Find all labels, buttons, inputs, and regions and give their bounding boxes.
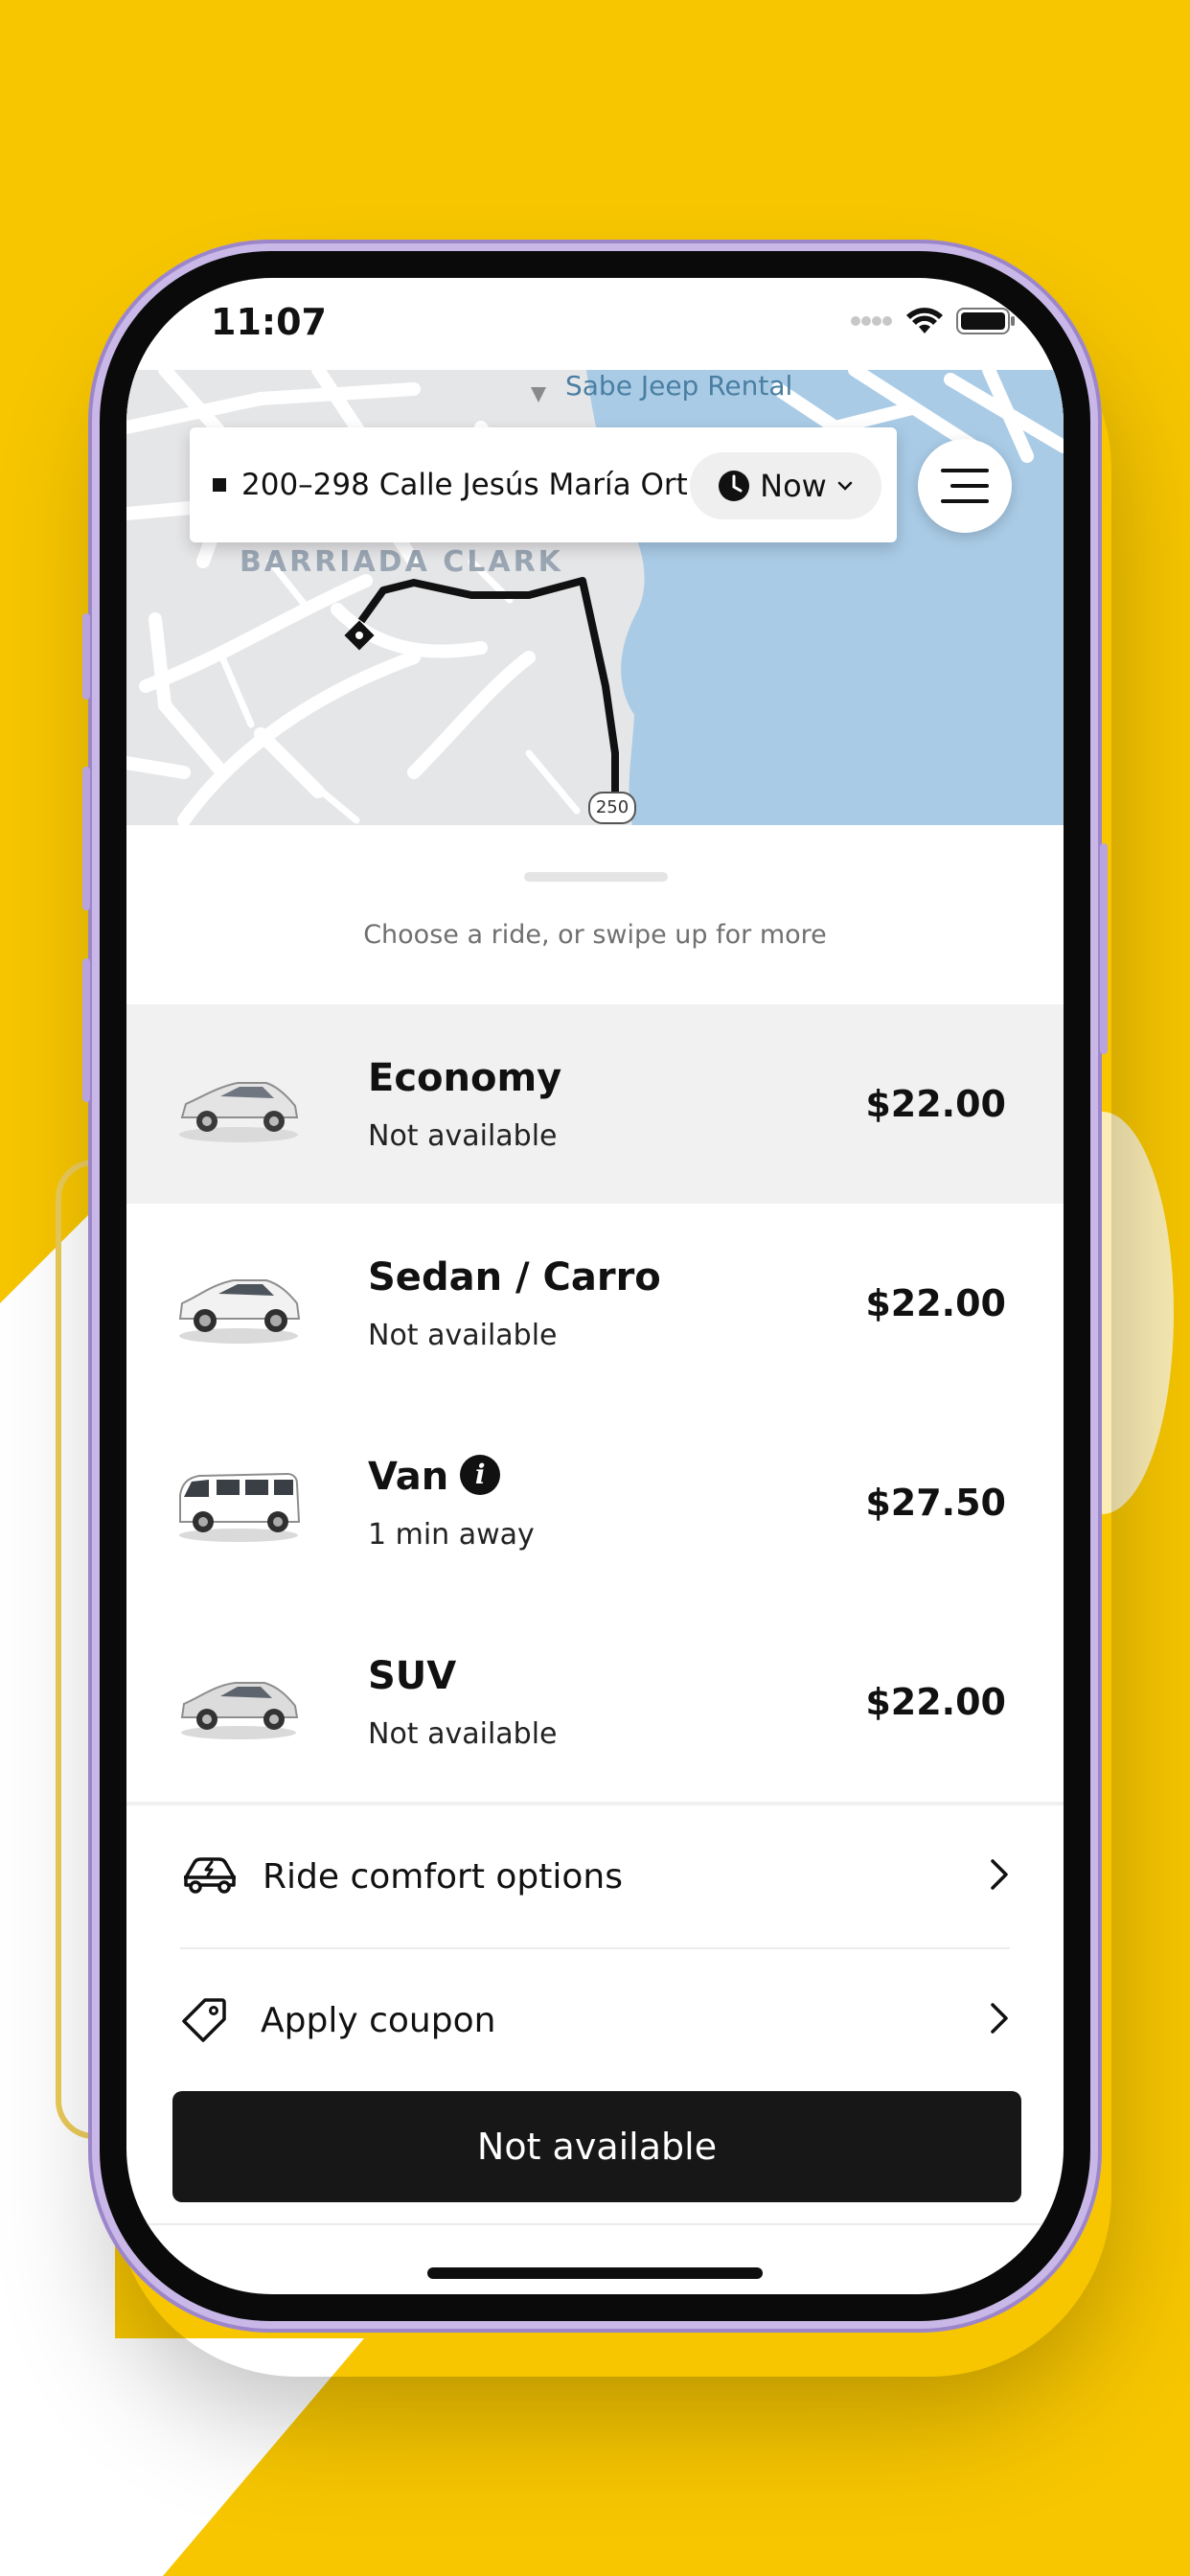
schedule-time-button[interactable]: Now bbox=[690, 452, 881, 519]
schedule-time-label: Now bbox=[760, 468, 827, 504]
chevron-right-icon bbox=[991, 2003, 1008, 2034]
electric-car-icon bbox=[184, 1857, 236, 1894]
sheet-drag-handle[interactable] bbox=[524, 872, 668, 882]
ride-comfort-options-label: Ride comfort options bbox=[263, 1856, 623, 1897]
ride-availability: Not available bbox=[368, 1319, 558, 1352]
phone-power-button bbox=[1100, 843, 1108, 1054]
phone-volume-down-button bbox=[82, 958, 90, 1102]
ride-availability: Not available bbox=[368, 1119, 558, 1153]
ride-name-group: Van i bbox=[368, 1455, 501, 1499]
info-icon[interactable]: i bbox=[460, 1455, 501, 1495]
chevron-right-icon bbox=[991, 1859, 1008, 1890]
home-indicator[interactable] bbox=[427, 2267, 763, 2279]
pickup-marker-icon bbox=[213, 478, 226, 492]
menu-button[interactable] bbox=[918, 439, 1012, 533]
tag-icon bbox=[182, 1998, 226, 2042]
chevron-down-icon bbox=[837, 481, 853, 491]
phone-volume-up-button bbox=[82, 767, 90, 910]
economy-car-icon bbox=[179, 1082, 299, 1142]
status-time: 11:07 bbox=[211, 301, 327, 343]
ride-price: $27.50 bbox=[865, 1482, 1006, 1524]
battery-icon bbox=[956, 308, 1015, 334]
clock-icon bbox=[719, 471, 750, 501]
sedan-car-icon bbox=[178, 1279, 301, 1344]
cellular-signal-icon bbox=[851, 316, 892, 326]
ride-option-van[interactable]: Van i 1 min away $27.50 bbox=[126, 1403, 1064, 1602]
bottom-divider bbox=[126, 2223, 1064, 2225]
ride-option-economy[interactable]: Economy Not available $22.00 bbox=[126, 1004, 1064, 1204]
map-district-label: BARRIADA CLARK bbox=[240, 545, 563, 579]
ride-name: SUV bbox=[368, 1654, 457, 1698]
ride-name: Economy bbox=[368, 1056, 562, 1100]
suv-car-icon bbox=[180, 1682, 299, 1739]
ride-option-sedan[interactable]: Sedan / Carro Not available $22.00 bbox=[126, 1204, 1064, 1403]
map-route-badge: 250 bbox=[588, 792, 636, 824]
ride-eta: 1 min away bbox=[368, 1518, 535, 1552]
ride-option-suv[interactable]: SUV Not available $22.00 bbox=[126, 1602, 1064, 1802]
pickup-address-bar[interactable]: 200–298 Calle Jesús María Ortíz, Now bbox=[190, 427, 897, 542]
menu-icon bbox=[941, 469, 989, 503]
van-icon bbox=[179, 1472, 301, 1542]
status-icons bbox=[851, 307, 1016, 335]
confirm-ride-button[interactable]: Not available bbox=[172, 2091, 1021, 2202]
sheet-hint-text: Choose a ride, or swipe up for more bbox=[363, 920, 827, 950]
ride-comfort-options-row[interactable]: Ride comfort options bbox=[180, 1806, 1010, 1947]
ride-price: $22.00 bbox=[865, 1282, 1006, 1324]
ride-availability: Not available bbox=[368, 1717, 558, 1751]
ride-price: $22.00 bbox=[865, 1083, 1006, 1125]
wifi-icon bbox=[906, 308, 943, 334]
ride-name: Sedan / Carro bbox=[368, 1255, 661, 1300]
phone-side-button bbox=[82, 613, 90, 700]
apply-coupon-row[interactable]: Apply coupon bbox=[180, 1949, 1010, 2091]
app-screen: 11:07 Sabe Jeep Rental BARRIADA CLARK 25… bbox=[126, 278, 1064, 2294]
ride-price: $22.00 bbox=[865, 1681, 1006, 1723]
ride-name: Van bbox=[368, 1455, 449, 1499]
map-place-label: Sabe Jeep Rental bbox=[565, 370, 793, 402]
pickup-address-text: 200–298 Calle Jesús María Ortíz, bbox=[241, 468, 687, 502]
apply-coupon-label: Apply coupon bbox=[261, 2000, 496, 2040]
